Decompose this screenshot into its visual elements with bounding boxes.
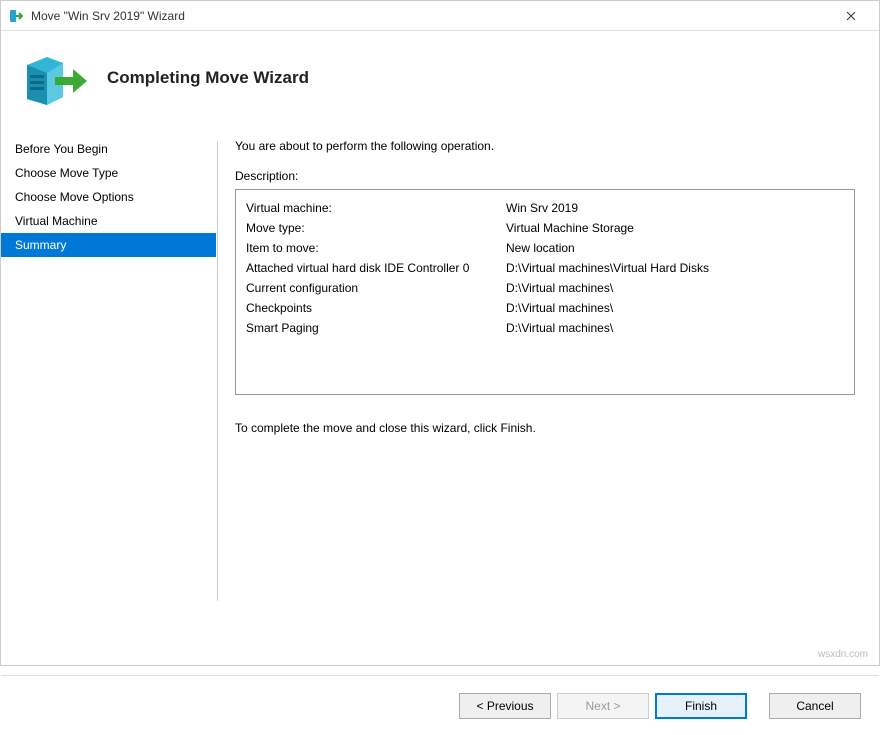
description-value: D:\Virtual machines\ [506,318,844,338]
sidebar-step-0[interactable]: Before You Begin [1,137,216,161]
description-value: D:\Virtual machines\ [506,278,844,298]
sidebar-step-2[interactable]: Choose Move Options [1,185,216,209]
description-value: D:\Virtual machines\Virtual Hard Disks [506,258,844,278]
window-title: Move "Win Srv 2019" Wizard [31,9,831,23]
sidebar-step-3[interactable]: Virtual Machine [1,209,216,233]
button-row: < Previous Next > Finish Cancel [1,675,879,735]
wizard-logo-icon [17,45,89,117]
description-row: Smart PagingD:\Virtual machines\ [246,318,844,338]
wizard-content: You are about to perform the following o… [217,135,879,601]
description-key: Virtual machine: [246,198,506,218]
next-button: Next > [557,693,649,719]
sidebar-step-4[interactable]: Summary [1,233,216,257]
footer-note: To complete the move and close this wiza… [235,421,855,435]
finish-button[interactable]: Finish [655,693,747,719]
app-icon [9,8,25,24]
description-key: Smart Paging [246,318,506,338]
description-value: New location [506,238,844,258]
description-value: D:\Virtual machines\ [506,298,844,318]
description-label: Description: [235,169,855,183]
description-row: Current configurationD:\Virtual machines… [246,278,844,298]
description-key: Attached virtual hard disk IDE Controlle… [246,258,506,278]
description-value: Virtual Machine Storage [506,218,844,238]
description-row: Move type:Virtual Machine Storage [246,218,844,238]
titlebar: Move "Win Srv 2019" Wizard [1,1,879,31]
intro-text: You are about to perform the following o… [235,139,855,153]
description-row: Attached virtual hard disk IDE Controlle… [246,258,844,278]
description-row: CheckpointsD:\Virtual machines\ [246,298,844,318]
description-key: Current configuration [246,278,506,298]
description-box: Virtual machine:Win Srv 2019Move type:Vi… [235,189,855,395]
previous-button[interactable]: < Previous [459,693,551,719]
cancel-button[interactable]: Cancel [769,693,861,719]
close-icon[interactable] [831,1,871,31]
wizard-header: Completing Move Wizard [1,31,879,135]
description-row: Virtual machine:Win Srv 2019 [246,198,844,218]
divider [217,141,218,601]
description-key: Move type: [246,218,506,238]
description-key: Checkpoints [246,298,506,318]
description-row: Item to move:New location [246,238,844,258]
page-title: Completing Move Wizard [107,68,309,88]
description-value: Win Srv 2019 [506,198,844,218]
sidebar-step-1[interactable]: Choose Move Type [1,161,216,185]
wizard-steps-sidebar: Before You BeginChoose Move TypeChoose M… [1,135,217,601]
watermark: wsxdn.com [818,649,868,660]
description-key: Item to move: [246,238,506,258]
